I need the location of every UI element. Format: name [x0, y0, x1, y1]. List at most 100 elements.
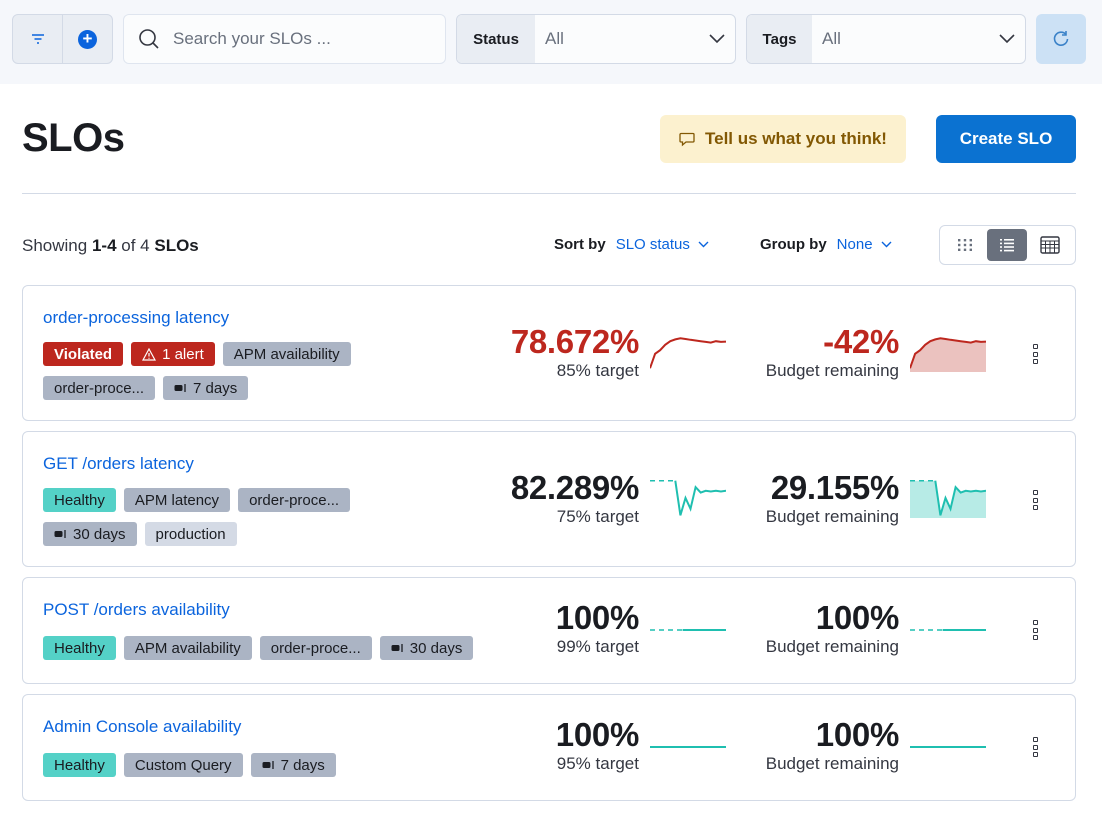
budget-label: Budget remaining — [765, 507, 899, 526]
target-label: 75% target — [556, 507, 639, 526]
sli-value: 82.289% — [510, 469, 639, 506]
slo-name-link[interactable]: POST /orders availability — [43, 600, 230, 620]
budget-value: 29.155% — [770, 469, 899, 506]
service-badge[interactable]: order-proce... — [259, 636, 372, 660]
list-view-button[interactable] — [987, 229, 1028, 261]
status-filter-value: All — [545, 29, 564, 48]
budget-sparkline — [910, 479, 986, 518]
chevron-down-icon — [881, 241, 892, 248]
add-filter-button[interactable]: + — [62, 15, 112, 63]
chevron-down-icon — [698, 241, 709, 248]
refresh-icon — [1053, 31, 1069, 46]
budget-sparkline — [910, 746, 986, 748]
search-input[interactable] — [173, 29, 433, 49]
time-window-label: 7 days — [280, 756, 325, 774]
budget-label: Budget remaining — [765, 637, 899, 656]
status-filter-select[interactable]: All — [535, 15, 735, 63]
time-window-label: 30 days — [73, 525, 126, 543]
more-actions-button[interactable] — [1031, 344, 1039, 364]
tags-filter-value: All — [822, 29, 841, 48]
refresh-button[interactable] — [1036, 14, 1086, 64]
showing-suffix: SLOs — [154, 236, 199, 255]
budget-value: 100% — [815, 716, 900, 753]
time-window-label: 30 days — [409, 639, 463, 657]
filter-icon — [31, 34, 44, 44]
indicator-type-badge: APM availability — [123, 636, 252, 660]
badge-row: Violated 1 alert APM availability — [43, 342, 351, 366]
slo-name-link[interactable]: order-processing latency — [43, 308, 229, 328]
sparkline-line — [650, 337, 726, 369]
sli-value: 100% — [555, 599, 640, 636]
budget-value: 100% — [815, 599, 900, 636]
sort-by-dropdown[interactable]: SLO status — [616, 236, 709, 253]
compact-view-button[interactable] — [1030, 229, 1070, 261]
badge-row: Healthy APM latency order-proce... — [43, 488, 351, 512]
feedback-label: Tell us what you think! — [705, 129, 887, 148]
view-mode-toggle — [939, 225, 1076, 265]
badge-row: Healthy APM availability order-proce... … — [43, 636, 474, 660]
showing-prefix: Showing — [22, 236, 88, 255]
showing-total: of 4 — [121, 236, 150, 255]
tags-filter[interactable]: Tags All — [746, 14, 1026, 64]
sli-metric: 78.672% 85% target — [511, 324, 639, 382]
sparkline-area — [910, 338, 986, 372]
header-divider — [22, 193, 1076, 194]
feedback-button[interactable]: Tell us what you think! — [660, 115, 906, 163]
table-icon — [1040, 236, 1060, 254]
time-window-badge: 7 days — [163, 376, 249, 400]
time-window-icon — [174, 384, 186, 392]
sli-value: 78.672% — [510, 323, 639, 360]
top-toolbar: + Status All Tags All — [0, 0, 1102, 84]
page-title: SLOs — [22, 116, 125, 160]
badge-row: 30 days production — [43, 522, 237, 546]
sli-value: 100% — [555, 716, 640, 753]
time-window-icon — [262, 761, 274, 769]
showing-range: 1-4 — [91, 236, 117, 255]
budget-sparkline — [910, 629, 986, 631]
group-by-value: None — [836, 236, 873, 253]
chevron-down-icon — [999, 34, 1015, 44]
status-badge: Healthy — [43, 753, 116, 777]
status-filter[interactable]: Status All — [456, 14, 736, 64]
slo-card: GET /orders latency Healthy APM latency … — [22, 431, 1076, 567]
time-window-label: 7 days — [193, 379, 238, 397]
status-badge: Healthy — [43, 636, 116, 660]
target-label: 85% target — [556, 361, 639, 380]
card-view-button[interactable] — [945, 229, 985, 261]
more-actions-button[interactable] — [1031, 620, 1039, 640]
grid-dots-icon — [958, 239, 973, 251]
tag-badge[interactable]: production — [144, 522, 237, 546]
comment-icon — [679, 132, 695, 146]
results-count: Showing 1-4 of 4 SLOs — [22, 236, 199, 256]
group-by-dropdown[interactable]: None — [837, 236, 892, 253]
slo-name-link[interactable]: Admin Console availability — [43, 717, 241, 737]
tags-filter-label: Tags — [747, 15, 812, 63]
search-icon — [139, 29, 159, 49]
budget-label: Budget remaining — [765, 361, 899, 380]
filter-button[interactable] — [13, 15, 62, 63]
search-field[interactable] — [123, 14, 446, 64]
group-by-control: Group by None — [760, 236, 892, 253]
service-badge[interactable]: order-proce... — [43, 376, 156, 400]
more-actions-button[interactable] — [1031, 737, 1039, 757]
time-window-badge: 7 days — [250, 753, 336, 777]
budget-metric: 100% Budget remaining — [766, 716, 900, 775]
slo-card: POST /orders availability Healthy APM av… — [22, 577, 1076, 684]
alert-badge[interactable]: 1 alert — [131, 342, 215, 366]
sli-metric: 82.289% 75% target — [511, 470, 639, 528]
tags-filter-select[interactable]: All — [812, 15, 1025, 63]
query-button-group: + — [12, 14, 113, 64]
more-actions-button[interactable] — [1031, 490, 1039, 510]
create-slo-button[interactable]: Create SLO — [936, 115, 1076, 163]
budget-value: -42% — [823, 323, 899, 360]
warning-icon — [142, 347, 157, 361]
status-badge: Violated — [43, 342, 124, 366]
service-badge[interactable]: order-proce... — [238, 488, 351, 512]
sort-by-value: SLO status — [615, 236, 690, 253]
sli-sparkline — [650, 629, 726, 631]
sli-sparkline — [650, 337, 726, 369]
slo-name-link[interactable]: GET /orders latency — [43, 454, 194, 474]
budget-metric: 100% Budget remaining — [765, 599, 900, 658]
time-window-icon — [391, 644, 403, 652]
target-label: 99% target — [556, 637, 639, 656]
